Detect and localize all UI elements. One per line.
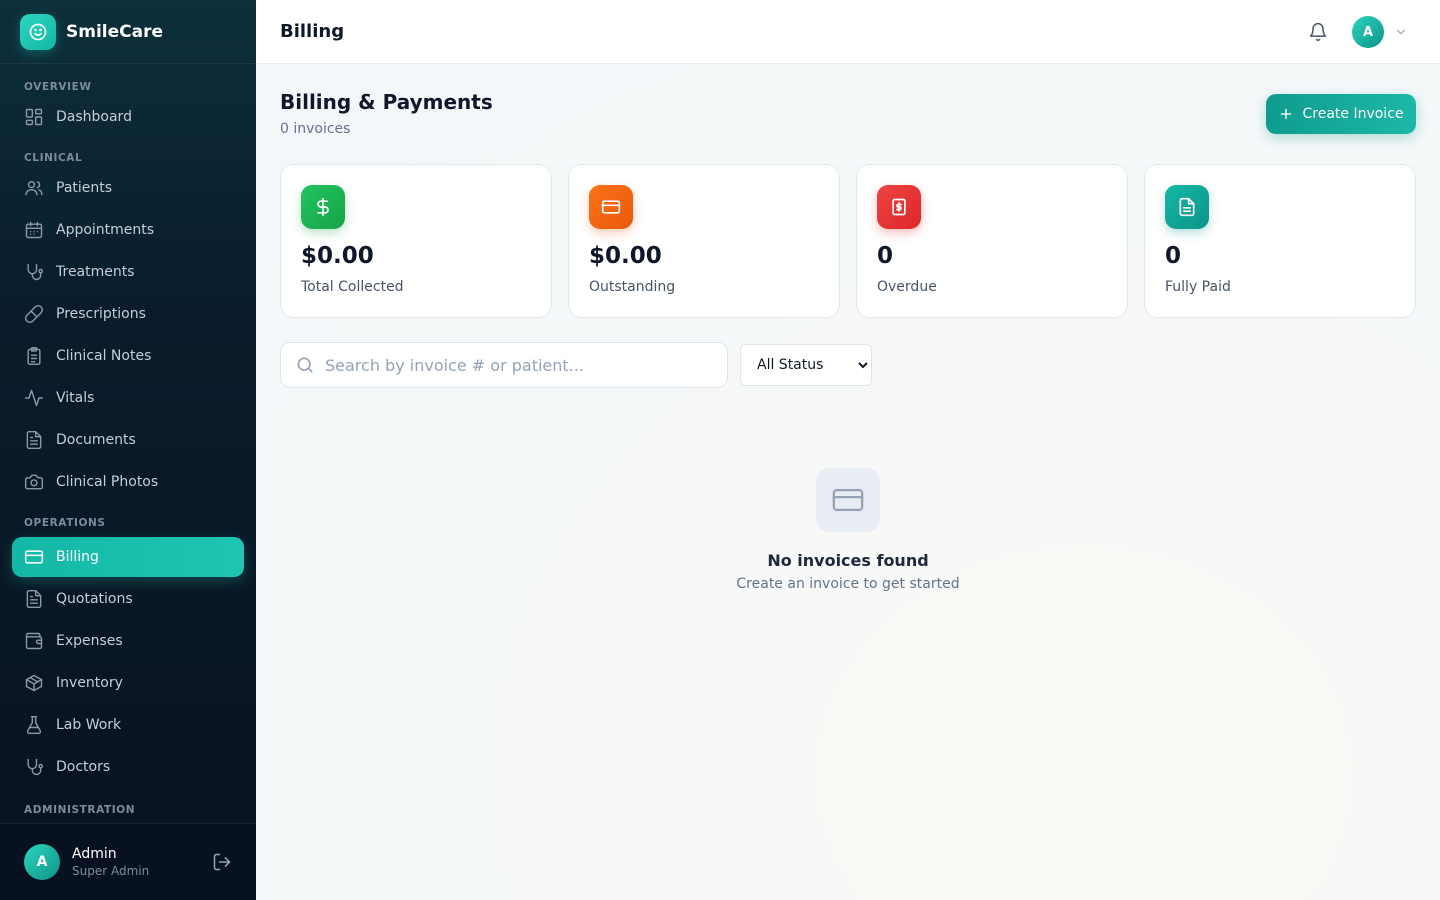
status-filter-select[interactable]: All Status [740,344,872,386]
sidebar-item-label: Billing [56,549,99,565]
stat-card-fully-paid: 0 Fully Paid [1144,164,1416,318]
clipboard-icon [27,346,41,366]
sidebar-item-clinical-photos[interactable]: Clinical Photos [12,462,244,502]
empty-state-subtitle: Create an invoice to get started [736,576,960,592]
sidebar-item-label: Prescriptions [56,306,146,322]
sidebar-item-label: Lab Work [56,717,122,733]
sidebar-item-label: Appointments [56,222,155,238]
stat-label: Fully Paid [1165,279,1231,295]
flask-icon [26,715,42,735]
stat-label: Overdue [877,279,937,295]
plus-icon [1281,108,1292,120]
sidebar-item-label: Clinical Notes [56,348,152,364]
sidebar-item-clinical-notes[interactable]: Clinical Notes [12,336,244,376]
camera-icon [24,474,44,490]
avatar[interactable]: A [24,844,60,880]
brand-name: SmileCare [66,21,164,42]
sidebar-item-inventory[interactable]: Inventory [12,663,244,703]
create-invoice-label: Create Invoice [1302,106,1404,122]
stat-card-outstanding: $0.00 Outstanding [568,164,840,318]
stat-label: Outstanding [589,279,676,295]
bell-icon[interactable] [1308,22,1328,42]
sidebar-item-label: Inventory [56,675,123,691]
brand[interactable]: SmileCare [0,0,256,64]
sidebar-item-label: Clinical Photos [56,474,159,490]
sidebar-item-patients[interactable]: Patients [12,168,244,208]
credit-card-icon [24,550,44,564]
sidebar-item-label: Documents [56,432,136,448]
stat-value: $0.00 [589,243,662,269]
receipt-icon [877,185,921,229]
pill-icon [24,304,44,324]
package-icon [25,674,43,692]
credit-card-icon [816,468,880,532]
sidebar-item-prescriptions[interactable]: Prescriptions [12,294,244,334]
sidebar-item-label: Dashboard [56,109,132,125]
search-input[interactable] [325,355,705,375]
activity-icon [24,389,44,407]
stethoscope-icon [27,263,44,281]
section-label-overview: OVERVIEW [24,81,92,93]
sidebar-item-label: Expenses [56,633,123,649]
sidebar-item-documents[interactable]: Documents [12,420,244,460]
sidebar-item-doctors[interactable]: Doctors [12,747,244,787]
page-header-title: Billing [280,21,345,42]
stat-value: 0 [1165,243,1182,269]
stat-value: $0.00 [301,243,374,269]
empty-state: No invoices found Create an invoice to g… [256,468,1440,592]
sidebar-item-dashboard[interactable]: Dashboard [12,97,244,137]
stat-value: 0 [877,243,894,269]
sidebar-item-label: Doctors [56,759,111,775]
stethoscope-icon [27,758,44,776]
user-role: Super Admin [72,864,150,878]
search-box [280,342,728,388]
sidebar-item-billing[interactable]: Billing [12,537,244,577]
page-title: Billing & Payments [280,90,493,114]
stat-card-total-collected: $0.00 Total Collected [280,164,552,318]
sidebar: SmileCare OVERVIEW Dashboard CLINICAL Pa… [0,0,256,900]
file-text-icon [26,589,42,609]
calendar-icon [25,221,43,239]
header-avatar[interactable]: A [1352,16,1384,48]
wallet-icon [25,632,43,650]
sidebar-user: A Admin Super Admin [0,823,256,900]
logout-icon[interactable] [212,852,232,872]
user-info: Admin Super Admin [72,846,149,878]
top-header: Billing A [256,0,1440,64]
stat-label: Total Collected [301,279,404,295]
sidebar-item-vitals[interactable]: Vitals [12,378,244,418]
sidebar-item-treatments[interactable]: Treatments [12,252,244,292]
user-name: Admin [72,846,117,862]
main-content: Billing & Payments 0 invoices Create Inv… [256,64,1440,900]
stat-card-overdue: 0 Overdue [856,164,1128,318]
sidebar-item-label: Treatments [56,264,135,280]
smile-icon [20,13,56,50]
sidebar-item-label: Vitals [56,390,95,406]
search-icon [297,357,313,373]
sidebar-item-quotations[interactable]: Quotations [12,579,244,619]
sidebar-item-expenses[interactable]: Expenses [12,621,244,661]
invoice-count: 0 invoices [280,121,351,137]
sidebar-item-label: Quotations [56,591,133,607]
sidebar-item-label: Patients [56,180,113,196]
empty-state-title: No invoices found [767,551,929,570]
dollar-icon [301,185,345,229]
sidebar-item-lab-work[interactable]: Lab Work [12,705,244,745]
chevron-down-icon[interactable] [1394,25,1408,39]
users-icon [25,181,43,196]
sidebar-nav: OVERVIEW Dashboard CLINICAL Patients App… [0,81,256,816]
section-label-operations: OPERATIONS [24,517,106,529]
section-label-clinical: CLINICAL [24,152,83,164]
section-label-administration: ADMINISTRATION [24,804,136,816]
sidebar-item-appointments[interactable]: Appointments [12,210,244,250]
dashboard-icon [25,108,43,126]
file-icon [26,430,42,450]
file-text-icon [1165,185,1209,229]
credit-card-icon [589,185,633,229]
create-invoice-button[interactable]: Create Invoice [1266,94,1416,134]
